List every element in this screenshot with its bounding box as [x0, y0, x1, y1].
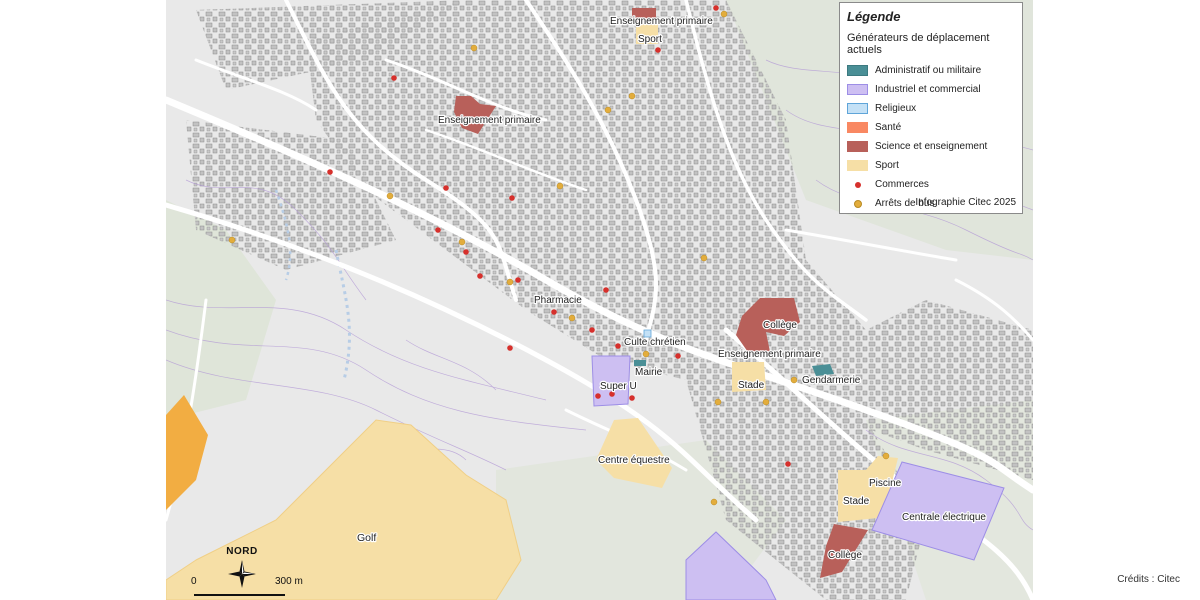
map-label: Piscine — [869, 478, 902, 489]
map-label: Enseignement primaire — [718, 349, 821, 360]
legend: Légende Générateurs de déplacement actue… — [839, 2, 1023, 214]
map-label: Culte chrétien — [624, 337, 686, 348]
map-label: Centrale électrique — [902, 512, 986, 523]
credits: Crédits : Citec — [1117, 574, 1180, 585]
map-label: Golf — [357, 532, 376, 544]
legend-label: Science et enseignement — [875, 141, 988, 152]
map-label: Centre équestre — [598, 455, 670, 466]
map-label: Super U — [600, 381, 637, 392]
legend-label: Industriel et commercial — [875, 84, 981, 95]
map-label: Gendarmerie — [802, 375, 861, 386]
map-label: Stade — [738, 380, 765, 391]
legend-swatch — [847, 141, 868, 152]
legend-label: Commerces — [875, 179, 929, 190]
map-label: Collège — [763, 320, 797, 331]
legend-dot — [854, 181, 861, 188]
north-label: NORD — [226, 546, 258, 557]
legend-label: Administratif ou militaire — [875, 65, 982, 76]
legend-item-sante: Santé — [847, 118, 1022, 137]
legend-dot — [853, 199, 862, 208]
map-label: Enseignement primaire — [438, 115, 541, 126]
legend-label: Religieux — [875, 103, 917, 114]
legend-item-commerces: Commerces — [847, 175, 1022, 194]
legend-swatch — [847, 122, 868, 133]
map-label: Collège — [828, 550, 862, 561]
scale-line — [194, 594, 285, 596]
legend-label: Sport — [875, 160, 899, 171]
scale-bar: 0 300 m — [190, 574, 320, 598]
legend-credit: Infographie Citec 2025 — [915, 197, 1016, 208]
map-label: Mairie — [635, 367, 663, 378]
legend-item-sport: Sport — [847, 156, 1022, 175]
legend-item-science: Science et enseignement — [847, 137, 1022, 156]
legend-label: Santé — [875, 122, 902, 133]
legend-swatch — [847, 160, 868, 171]
scale-zero: 0 — [191, 576, 197, 587]
culte — [643, 329, 652, 338]
legend-swatch — [847, 103, 868, 114]
legend-swatch — [847, 65, 868, 76]
map-label: Pharmacie — [534, 295, 582, 306]
legend-item-industriel: Industriel et commercial — [847, 80, 1022, 99]
legend-item-administratif: Administratif ou militaire — [847, 61, 1022, 80]
mairie — [634, 360, 646, 366]
scale-distance: 300 m — [275, 576, 303, 587]
legend-subtitle: Générateurs de déplacement actuels — [847, 32, 990, 56]
map-label: Sport — [638, 34, 662, 45]
map-label: Stade — [843, 496, 870, 507]
legend-item-religieux: Religieux — [847, 99, 1022, 118]
legend-swatch — [847, 84, 868, 95]
map-label: Enseignement primaire — [610, 16, 713, 27]
legend-title: Légende — [847, 9, 901, 24]
